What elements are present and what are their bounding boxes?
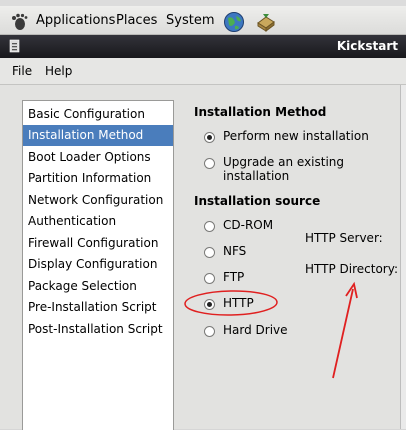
file-menu[interactable]: File xyxy=(12,64,32,78)
radio-upgrade-installation[interactable] xyxy=(204,158,215,169)
sidebar-item-authentication[interactable]: Authentication xyxy=(23,211,173,232)
http-label[interactable]: HTTP xyxy=(223,296,254,310)
new-installation-label[interactable]: Perform new installation xyxy=(223,129,369,143)
hard-drive-label[interactable]: Hard Drive xyxy=(223,323,288,337)
section-list: Basic Configuration Installation Method … xyxy=(22,100,174,430)
sidebar-item-firewall-configuration[interactable]: Firewall Configuration xyxy=(23,233,173,254)
sidebar-item-partition-information[interactable]: Partition Information xyxy=(23,168,173,189)
sidebar-item-label: Firewall Configuration xyxy=(28,236,159,250)
help-menu[interactable]: Help xyxy=(45,64,72,78)
applications-menu[interactable]: Applications xyxy=(36,13,115,28)
cdrom-label[interactable]: CD-ROM xyxy=(223,218,273,232)
kickstart-app-icon xyxy=(9,39,20,53)
sidebar-item-boot-loader-options[interactable]: Boot Loader Options xyxy=(23,147,173,168)
sidebar-item-basic-configuration[interactable]: Basic Configuration xyxy=(23,104,173,125)
places-menu[interactable]: Places xyxy=(116,13,157,28)
radio-http[interactable] xyxy=(204,299,215,310)
menu-bar: File Help xyxy=(0,58,406,85)
sidebar-item-network-configuration[interactable]: Network Configuration xyxy=(23,190,173,211)
nfs-label[interactable]: NFS xyxy=(223,244,246,258)
sidebar-item-label: Basic Configuration xyxy=(28,107,145,121)
installation-source-heading: Installation source xyxy=(194,194,321,208)
radio-nfs[interactable] xyxy=(204,247,215,258)
radio-new-installation[interactable] xyxy=(204,132,215,143)
radio-ftp[interactable] xyxy=(204,273,215,284)
upgrade-installation-label[interactable]: Upgrade an existing installation xyxy=(223,155,406,183)
sidebar-item-label: Authentication xyxy=(28,214,117,228)
window-title: Kickstart xyxy=(336,39,398,53)
top-panel: Applications Places System xyxy=(0,6,406,35)
sidebar-item-post-installation-script[interactable]: Post-Installation Script xyxy=(23,319,173,340)
radio-hard-drive[interactable] xyxy=(204,326,215,337)
sidebar-item-label: Network Configuration xyxy=(28,193,164,207)
sidebar-item-display-configuration[interactable]: Display Configuration xyxy=(23,254,173,275)
sidebar-item-label: Boot Loader Options xyxy=(28,150,151,164)
sidebar-item-label: Installation Method xyxy=(28,128,144,142)
window-titlebar: Kickstart xyxy=(0,35,406,58)
radio-cdrom[interactable] xyxy=(204,221,215,232)
http-directory-label: HTTP Directory: xyxy=(305,262,398,276)
sidebar-item-label: Package Selection xyxy=(28,279,137,293)
http-server-label: HTTP Server: xyxy=(305,231,383,245)
sidebar-item-label: Partition Information xyxy=(28,171,152,185)
sidebar-item-pre-installation-script[interactable]: Pre-Installation Script xyxy=(23,297,173,318)
gnome-foot-icon[interactable] xyxy=(10,13,28,31)
window-right-edge xyxy=(400,85,406,429)
package-updater-icon[interactable] xyxy=(255,11,277,33)
ftp-label[interactable]: FTP xyxy=(223,270,244,284)
installation-method-heading: Installation Method xyxy=(194,105,327,119)
sidebar-item-installation-method[interactable]: Installation Method xyxy=(23,125,173,146)
system-menu[interactable]: System xyxy=(166,13,214,28)
sidebar-item-label: Pre-Installation Script xyxy=(28,300,157,314)
network-globe-icon[interactable] xyxy=(223,11,245,33)
sidebar-item-package-selection[interactable]: Package Selection xyxy=(23,276,173,297)
sidebar-item-label: Display Configuration xyxy=(28,257,158,271)
sidebar-item-label: Post-Installation Script xyxy=(28,322,163,336)
